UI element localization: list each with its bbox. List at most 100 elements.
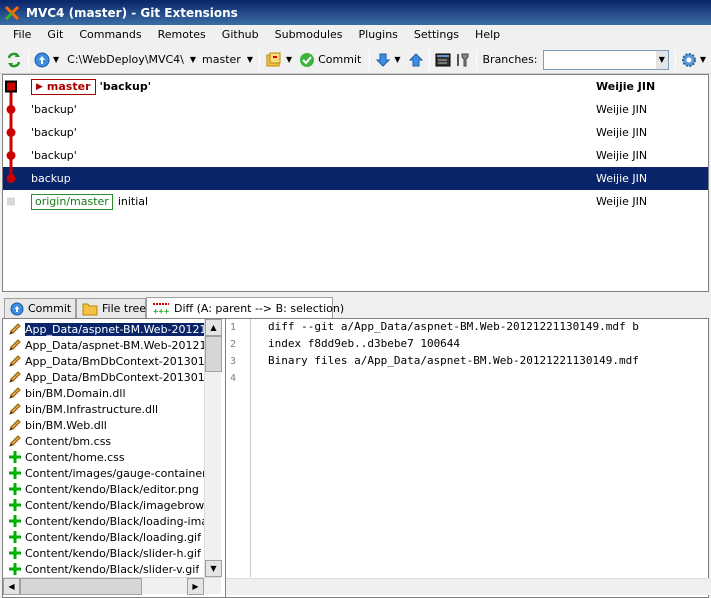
revision-grid[interactable]: ▶ master'backup' Weijie JIN'backup' Weijie … — [2, 74, 709, 292]
head-arrow-icon: ▶ — [36, 81, 43, 92]
modified-file-icon — [7, 369, 23, 385]
tab-commit[interactable]: Commit — [4, 298, 76, 318]
revision-row[interactable]: origin/master initial Weijie JIN — [3, 190, 708, 213]
file-list-item[interactable]: Content/kendo/Black/imagebrowser.p — [7, 497, 207, 513]
revision-row[interactable]: 'backup' Weijie JIN — [3, 144, 708, 167]
repository-path[interactable]: C:\WebDeploy\MVC4\ — [64, 53, 187, 66]
file-list-item[interactable]: Content/home.css — [7, 449, 207, 465]
filter-options-button[interactable]: ▼ — [679, 49, 711, 71]
tab-file[interactable]: File tree — [76, 298, 146, 318]
menu-item[interactable]: Plugins — [351, 25, 406, 45]
file-list-vertical-scrollbar[interactable]: ▲ ▼ — [204, 319, 222, 577]
svg-text:+++: +++ — [153, 307, 170, 315]
scroll-down-button[interactable]: ▼ — [205, 560, 222, 577]
branch-head-label[interactable]: ▶ master — [31, 78, 96, 95]
file-path: Content/kendo/Black/imagebrowser.p — [25, 498, 207, 512]
line-number: 4 — [230, 373, 237, 384]
diff-line: index f8dd9eb..d3bebe7 100644 — [268, 337, 461, 350]
scroll-up-button[interactable]: ▲ — [205, 319, 222, 336]
tab-diff[interactable]: +++ Diff (A: parent --> B: selection) — [146, 297, 344, 318]
file-list-item[interactable]: Content/kendo/Black/editor.png — [7, 481, 207, 497]
tools-icon — [456, 53, 468, 66]
file-list-item[interactable]: Content/images/gauge-container-par — [7, 465, 207, 481]
browse-repository-button[interactable]: ▼ — [32, 49, 64, 71]
scrollbar-thumb[interactable] — [20, 578, 142, 595]
file-path: App_Data/aspnet-BM.Web-20121221 — [24, 321, 208, 337]
toolbar-separator — [475, 49, 477, 70]
window-title: MVC4 (master) - Git Extensions — [26, 5, 238, 20]
commit-icon — [10, 302, 24, 316]
tab-label: Diff (A: parent --> B: selection) — [174, 301, 345, 315]
file-list-item[interactable]: bin/BM.Web.dll — [7, 417, 207, 433]
arrow-up-icon — [408, 52, 423, 66]
diff-panel: App_Data/aspnet-BM.Web-20121221App_Data/… — [2, 318, 709, 598]
commit-author: Weijie JIN — [596, 172, 648, 185]
file-list-item[interactable]: Content/bm.css — [7, 433, 207, 449]
added-file-icon — [7, 449, 23, 465]
commit-message: 'backup' — [99, 80, 152, 93]
chevron-down-icon[interactable]: ▼ — [187, 55, 199, 64]
file-list-item[interactable]: Content/kendo/Black/loading.gif — [7, 529, 207, 545]
file-list-item[interactable]: App_Data/BmDbContext-201301081 — [7, 353, 207, 369]
stash-icon — [266, 52, 281, 66]
chevron-down-icon: ▼ — [53, 55, 60, 64]
revision-row[interactable]: ▶ master'backup' Weijie JIN — [3, 75, 708, 98]
file-path: Content/kendo/Black/loading-image.g — [25, 514, 207, 528]
changed-files-list[interactable]: App_Data/aspnet-BM.Web-20121221App_Data/… — [3, 319, 222, 577]
diff-horizontal-scrollbar[interactable] — [226, 578, 709, 595]
revision-row[interactable]: backup Weijie JIN — [3, 167, 708, 190]
added-file-icon — [7, 481, 23, 497]
current-branch[interactable]: master — [199, 53, 244, 66]
file-path: bin/BM.Web.dll — [25, 418, 107, 432]
scrollbar-thumb[interactable] — [205, 336, 222, 372]
console-icon — [435, 53, 450, 66]
commit-author: Weijie JIN — [596, 80, 656, 93]
folder-icon — [82, 302, 98, 316]
toolbar-separator — [428, 49, 430, 70]
file-list-item[interactable]: App_Data/aspnet-BM.Web-20121221 — [7, 337, 207, 353]
file-list-item[interactable]: Content/kendo/Black/slider-h.gif — [7, 545, 207, 561]
revision-message-cell: 'backup' — [31, 121, 77, 144]
modified-file-icon — [7, 321, 23, 337]
diff-viewer[interactable]: 1 2 3 4 diff --git a/App_Data/aspnet-BM.Web… — [225, 319, 709, 597]
refresh-button[interactable] — [0, 49, 25, 71]
menu-item[interactable]: Remotes — [150, 25, 214, 45]
branches-filter-combo[interactable]: ▼ — [542, 49, 669, 70]
push-button[interactable] — [406, 49, 426, 71]
menu-item[interactable]: Submodules — [267, 25, 351, 45]
file-list-item[interactable]: Content/kendo/Black/slider-v.gif — [7, 561, 207, 577]
menu-item[interactable]: Help — [467, 25, 508, 45]
scroll-right-button[interactable]: ▶ — [187, 578, 204, 595]
file-list-item[interactable]: bin/BM.Domain.dll — [7, 385, 207, 401]
modified-file-icon — [7, 337, 23, 353]
file-list-item[interactable]: App_Data/BmDbContext-201301081 — [7, 369, 207, 385]
file-list-item[interactable]: Content/kendo/Black/loading-image.g — [7, 513, 207, 529]
menu-item[interactable]: Settings — [406, 25, 467, 45]
menu-item[interactable]: Git — [39, 25, 71, 45]
pull-button[interactable]: ▼ — [373, 49, 405, 71]
git-bash-button[interactable] — [433, 49, 453, 71]
file-list-horizontal-scrollbar[interactable]: ◀ ▶ — [3, 577, 221, 595]
chevron-down-icon[interactable]: ▼ — [244, 55, 256, 64]
settings-button[interactable] — [453, 49, 473, 71]
commit-author: Weijie JIN — [596, 103, 648, 116]
file-list-item[interactable]: App_Data/aspnet-BM.Web-20121221 — [7, 321, 208, 337]
chevron-down-icon[interactable]: ▼ — [655, 50, 668, 69]
scroll-left-button[interactable]: ◀ — [3, 578, 20, 595]
commit-author: Weijie JIN — [596, 126, 648, 139]
commit-message: backup — [31, 172, 71, 185]
revision-row[interactable]: 'backup' Weijie JIN — [3, 121, 708, 144]
line-number: 2 — [230, 339, 237, 350]
revision-message-cell: origin/master initial — [31, 190, 148, 213]
file-list-item[interactable]: bin/BM.Infrastructure.dll — [7, 401, 207, 417]
commit-button[interactable]: Commit — [297, 49, 366, 71]
line-number-gutter: 1 2 3 4 — [226, 319, 251, 577]
menu-item[interactable]: Github — [214, 25, 267, 45]
menu-item[interactable]: Commands — [71, 25, 149, 45]
stash-button[interactable]: ▼ — [263, 49, 297, 71]
remote-branch-label[interactable]: origin/master — [31, 193, 113, 210]
file-path: Content/kendo/Black/slider-h.gif — [25, 546, 201, 560]
menu-item[interactable]: File — [5, 25, 39, 45]
revision-row[interactable]: 'backup' Weijie JIN — [3, 98, 708, 121]
commit-node — [6, 174, 16, 183]
